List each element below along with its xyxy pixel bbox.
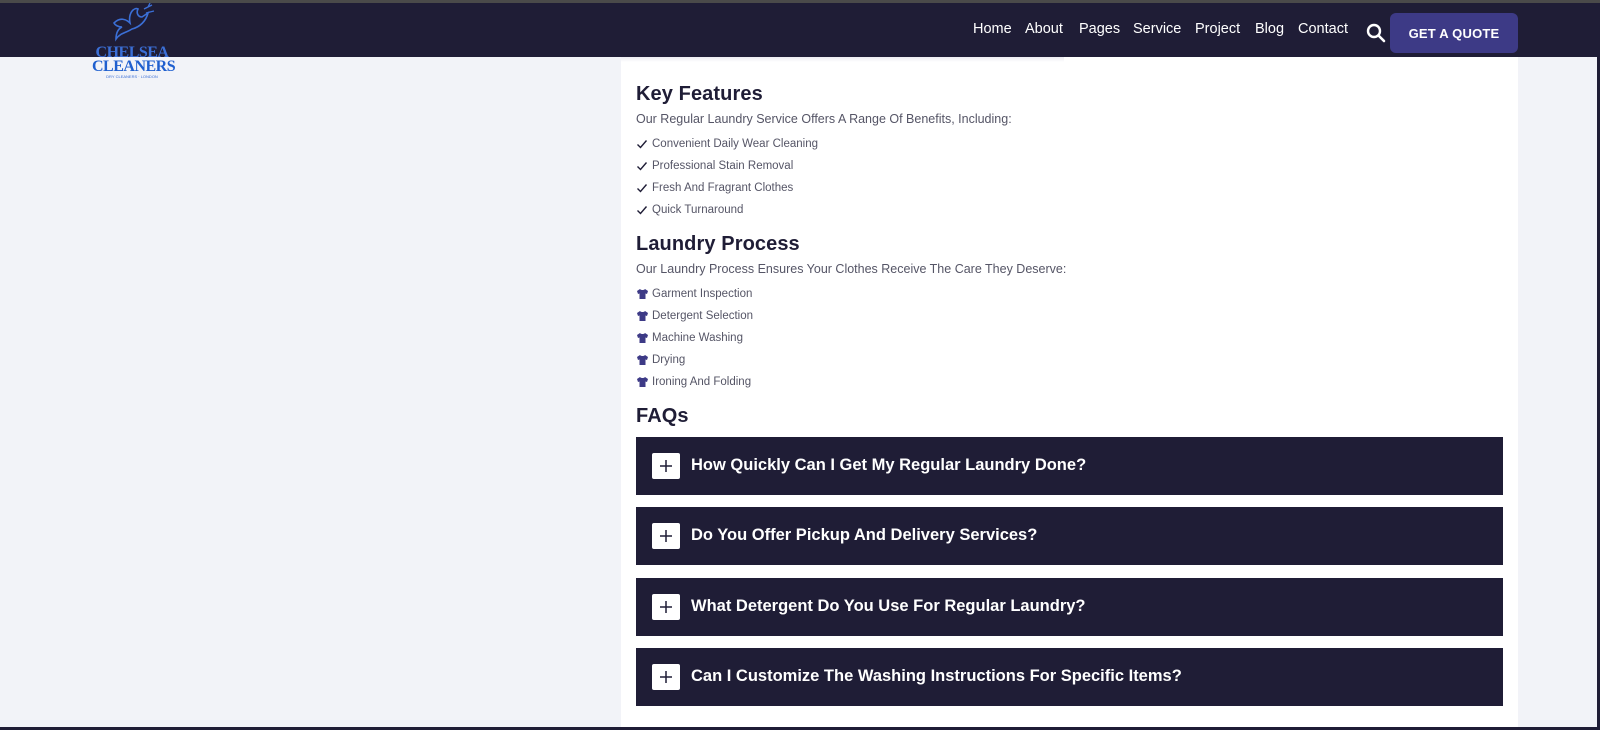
tshirt-icon — [636, 354, 648, 366]
search-icon[interactable] — [1366, 23, 1386, 43]
process-step-label: Ironing And Folding — [652, 376, 752, 388]
process-step-label: Garment Inspection — [652, 288, 753, 300]
list-item: Detergent Selection — [636, 308, 753, 324]
site-header: Home About Pages Service Project Blog Co… — [0, 3, 1600, 57]
plus-icon[interactable] — [652, 453, 680, 479]
check-icon — [636, 182, 648, 194]
card-divider — [621, 57, 1064, 62]
feature-label: Fresh And Fragrant Clothes — [652, 182, 794, 194]
tshirt-icon — [636, 310, 648, 322]
faq-question[interactable]: Can I Customize The Washing Instructions… — [691, 667, 1182, 686]
check-icon — [636, 204, 648, 216]
key-features-intro: Our Regular Laundry Service Offers A Ran… — [636, 112, 1012, 126]
tshirt-icon — [636, 288, 648, 300]
faq-item[interactable]: Do You Offer Pickup And Delivery Service… — [636, 507, 1503, 565]
list-item: Ironing And Folding — [636, 374, 751, 390]
nav-contact[interactable]: Contact — [1298, 21, 1348, 37]
feature-label: Quick Turnaround — [652, 204, 744, 216]
plus-icon[interactable] — [652, 664, 680, 690]
logo-text-line2: CLEANERS — [92, 58, 176, 75]
laundry-process-intro: Our Laundry Process Ensures Your Clothes… — [636, 262, 1067, 276]
list-item: Convenient Daily Wear Cleaning — [636, 136, 818, 152]
list-item: Quick Turnaround — [636, 202, 743, 218]
list-item: Machine Washing — [636, 330, 743, 346]
nav-project[interactable]: Project — [1195, 21, 1240, 37]
nav-service[interactable]: Service — [1133, 21, 1181, 37]
list-item: Professional Stain Removal — [636, 158, 793, 174]
nav-pages[interactable]: Pages — [1079, 21, 1120, 37]
list-item: Drying — [636, 352, 685, 368]
tshirt-icon — [636, 376, 648, 388]
feature-label: Convenient Daily Wear Cleaning — [652, 138, 818, 150]
service-content-card: Key Features Our Regular Laundry Service… — [621, 57, 1518, 730]
plus-icon[interactable] — [652, 523, 680, 549]
list-item: Garment Inspection — [636, 286, 752, 302]
nav-home[interactable]: Home — [973, 21, 1012, 37]
plus-icon[interactable] — [652, 594, 680, 620]
logo-tagline: DRY CLEANERS · LONDON — [106, 74, 158, 79]
faq-question[interactable]: Do You Offer Pickup And Delivery Service… — [691, 526, 1037, 545]
check-icon — [636, 138, 648, 150]
faq-item[interactable]: What Detergent Do You Use For Regular La… — [636, 578, 1503, 636]
faq-question[interactable]: What Detergent Do You Use For Regular La… — [691, 597, 1086, 616]
nav-blog[interactable]: Blog — [1255, 21, 1284, 37]
nav-about[interactable]: About — [1025, 21, 1063, 37]
site-logo[interactable]: CHELSEA CLEANERS DRY CLEANERS · LONDON — [92, 3, 176, 79]
key-features-heading: Key Features — [636, 83, 763, 105]
process-step-label: Drying — [652, 354, 686, 366]
feature-label: Professional Stain Removal — [652, 160, 794, 172]
process-step-label: Detergent Selection — [652, 310, 754, 322]
laundry-process-heading: Laundry Process — [636, 233, 800, 255]
faqs-heading: FAQs — [636, 405, 689, 427]
list-item: Fresh And Fragrant Clothes — [636, 180, 793, 196]
faq-item[interactable]: Can I Customize The Washing Instructions… — [636, 648, 1503, 706]
get-a-quote-button[interactable]: GET A QUOTE — [1390, 13, 1518, 53]
tshirt-icon — [636, 332, 648, 344]
process-step-label: Machine Washing — [652, 332, 743, 344]
faq-question[interactable]: How Quickly Can I Get My Regular Laundry… — [691, 456, 1086, 475]
check-icon — [636, 160, 648, 172]
dove-icon — [113, 3, 155, 42]
faq-item[interactable]: How Quickly Can I Get My Regular Laundry… — [636, 437, 1503, 495]
